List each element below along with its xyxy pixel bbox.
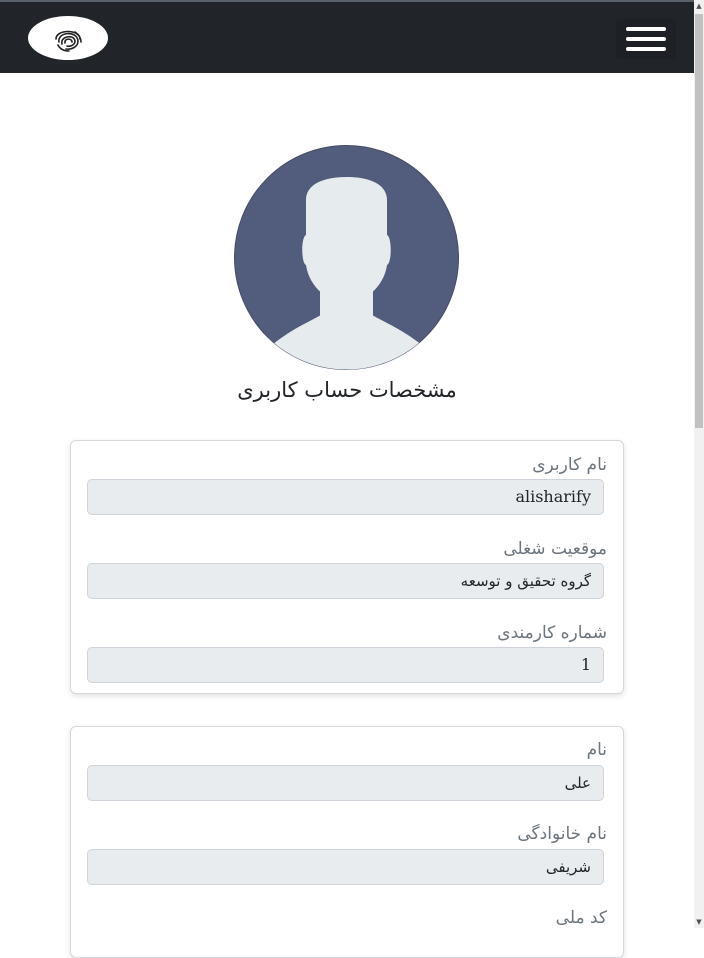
page-title: مشخصات حساب کاربری bbox=[237, 378, 457, 402]
employee-number-field[interactable]: 1 bbox=[87, 647, 604, 683]
username-label: نام کاربری bbox=[532, 455, 607, 475]
menu-bar bbox=[626, 27, 666, 31]
menu-bar bbox=[626, 47, 666, 51]
user-avatar-icon bbox=[234, 145, 459, 370]
username-field[interactable]: alisharify bbox=[87, 479, 604, 515]
scroll-down-arrow-icon[interactable]: ▼ bbox=[694, 916, 704, 928]
last-name-label: نام خانوادگی bbox=[517, 824, 607, 844]
hamburger-menu-icon[interactable] bbox=[616, 19, 676, 59]
menu-bar bbox=[626, 37, 666, 41]
employee-number-label: شماره کارمندی bbox=[497, 623, 607, 643]
national-id-label: کد ملی bbox=[555, 908, 607, 928]
scrollbar-thumb[interactable] bbox=[695, 14, 703, 428]
personal-info-card: نام علی نام خانوادگی شریفی کد ملی bbox=[70, 726, 624, 958]
account-info-card: نام کاربری alisharify موقعیت شغلی گروه ت… bbox=[70, 440, 624, 694]
first-name-label: نام bbox=[586, 740, 607, 760]
job-position-label: موقعیت شغلی bbox=[503, 539, 607, 559]
job-position-field[interactable]: گروه تحقیق و توسعه bbox=[87, 563, 604, 599]
scroll-up-arrow-icon[interactable]: ▲ bbox=[694, 0, 704, 12]
last-name-field[interactable]: شریفی bbox=[87, 849, 604, 885]
first-name-field[interactable]: علی bbox=[87, 765, 604, 801]
fingerprint-logo-icon[interactable] bbox=[28, 16, 108, 60]
navbar bbox=[0, 2, 694, 73]
vertical-scrollbar[interactable]: ▲ ▼ bbox=[694, 0, 704, 928]
